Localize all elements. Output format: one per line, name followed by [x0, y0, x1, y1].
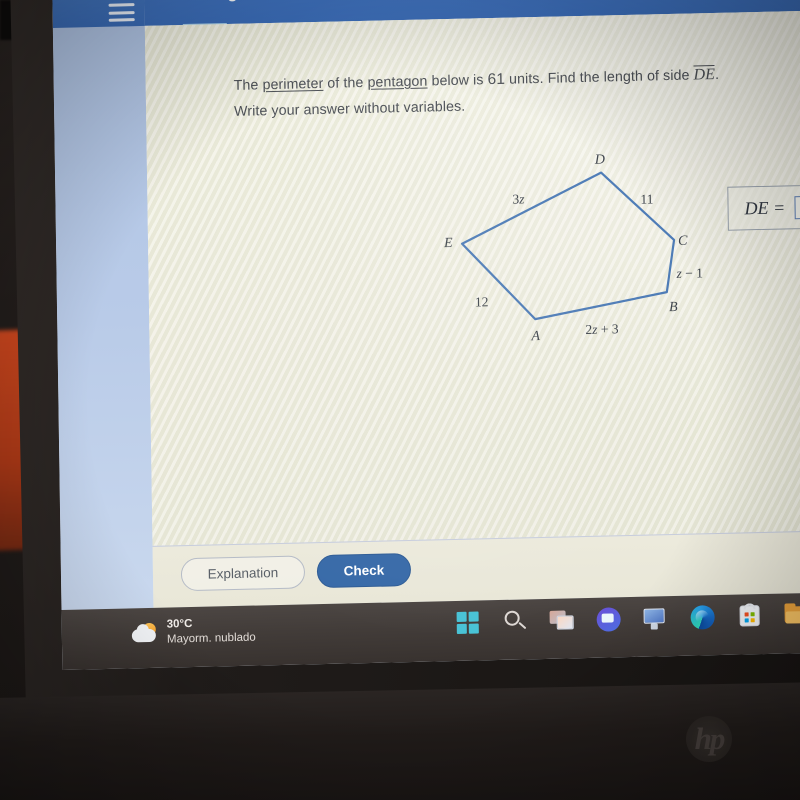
- perimeter-value: 61: [487, 70, 506, 89]
- task-view-icon[interactable]: [547, 606, 575, 635]
- segment-de-label: DE: [693, 64, 716, 84]
- question-line-1: The perimeter of the pentagon below is 6…: [233, 64, 720, 95]
- pentagon-figure: A B C D E 2z + 3 z − 1 11 3z 12: [337, 145, 703, 352]
- q-text-end: .: [714, 66, 720, 83]
- windows-start-icon[interactable]: [454, 608, 482, 637]
- sun-behind-cloud-icon: [131, 622, 158, 644]
- side-label-de: 3z: [512, 191, 525, 207]
- laptop-screen: LINEAR EQUATIONS AND INEQUALITIES Findin…: [52, 0, 800, 670]
- vertex-label-c: C: [677, 233, 688, 249]
- browser-left-margin: [52, 0, 154, 610]
- perimeter-link[interactable]: perimeter: [262, 76, 323, 93]
- weather-description: Mayorm. nublado: [166, 631, 256, 646]
- question-line-2: Write your answer without variables.: [234, 98, 466, 120]
- microsoft-store-icon[interactable]: [735, 602, 763, 631]
- vertex-label-e: E: [443, 235, 453, 252]
- explanation-button[interactable]: Explanation: [180, 555, 306, 592]
- pentagon-svg: [460, 171, 676, 321]
- chat-icon[interactable]: [594, 605, 622, 634]
- question-panel: The perimeter of the pentagon below is 6…: [144, 10, 800, 546]
- q-text-a: The: [233, 77, 263, 94]
- edge-browser-icon[interactable]: [688, 603, 716, 632]
- search-icon[interactable]: [501, 607, 529, 636]
- laptop-deck: [0, 681, 800, 800]
- side-label-ab: 2z + 3: [585, 321, 619, 337]
- q-text-c: below is: [427, 72, 488, 90]
- q-text-b: of the: [323, 74, 368, 92]
- hamburger-icon[interactable]: [108, 3, 135, 22]
- vertex-label-b: B: [668, 299, 678, 316]
- pentagon-link[interactable]: pentagon: [367, 74, 427, 91]
- answer-label: DE =: [744, 196, 786, 218]
- weather-widget[interactable]: 30°C Mayorm. nublado: [131, 616, 256, 649]
- q-text-d: units. Find the length of side: [504, 67, 694, 88]
- hp-logo: hp: [686, 716, 732, 762]
- screenshot-root: ← LINEAR EQUATIONS AND INEQUALITIES Find…: [0, 0, 800, 800]
- file-explorer-icon[interactable]: [782, 601, 800, 630]
- taskbar-icons: 99+: [454, 600, 800, 637]
- side-label-cd: 11: [640, 191, 654, 207]
- vertex-label-d: D: [594, 152, 606, 168]
- check-button[interactable]: Check: [316, 553, 412, 589]
- side-label-bc: z − 1: [676, 265, 704, 281]
- vertex-label-a: A: [531, 329, 541, 345]
- answer-input[interactable]: [794, 195, 800, 219]
- presentation-icon[interactable]: [641, 604, 669, 633]
- answer-box[interactable]: DE =: [727, 182, 800, 231]
- side-label-ea: 12: [474, 294, 489, 310]
